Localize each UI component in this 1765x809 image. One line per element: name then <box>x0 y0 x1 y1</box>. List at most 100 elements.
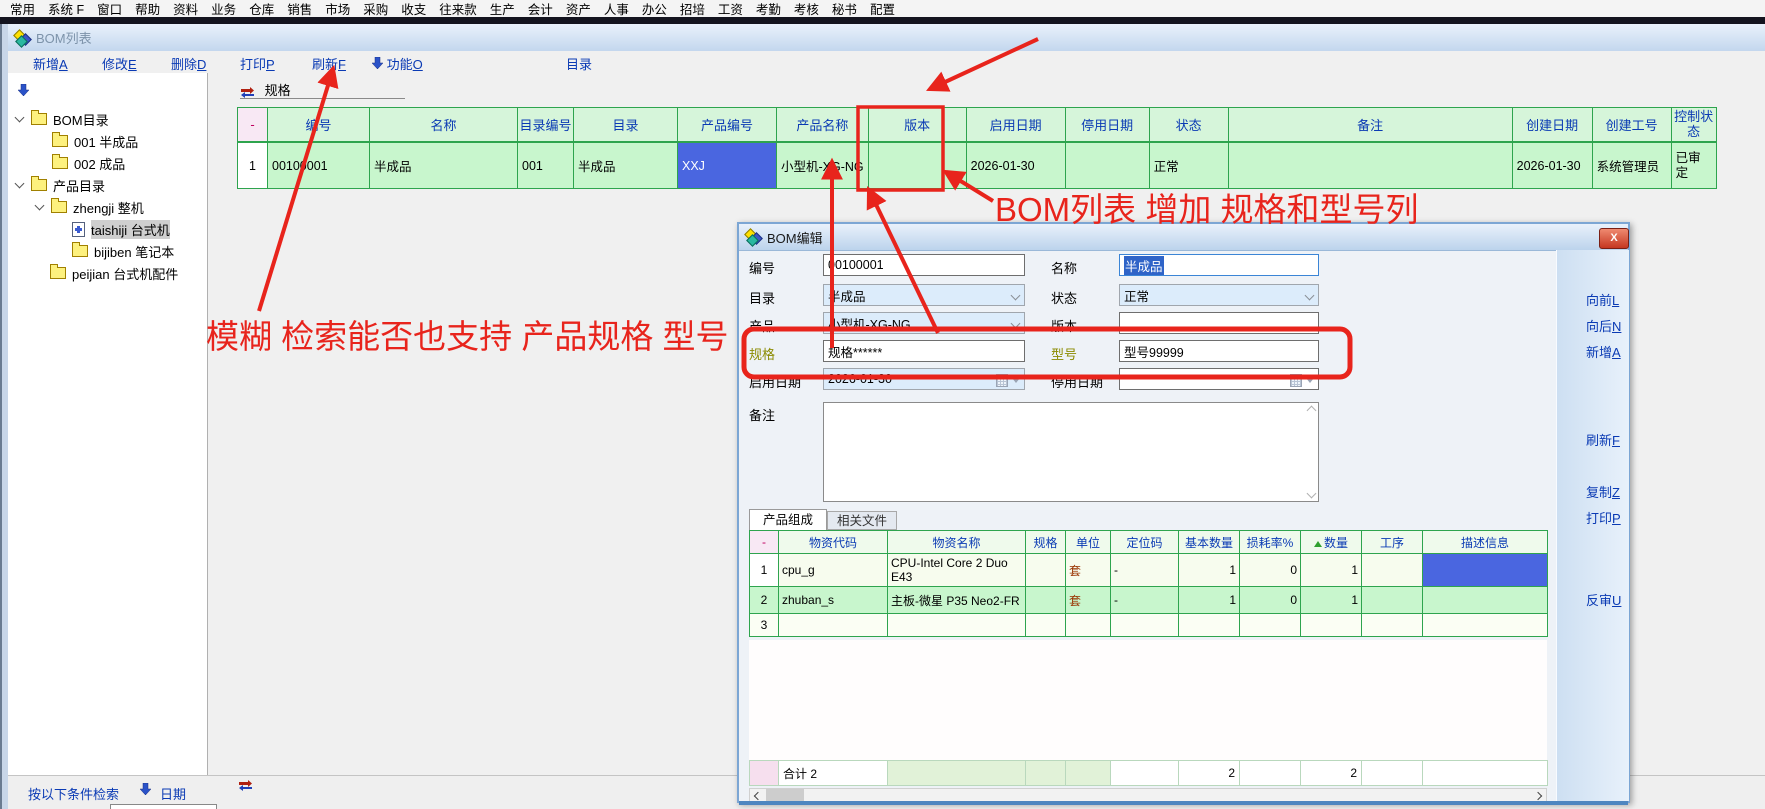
swap-columns-icon[interactable] <box>238 779 253 791</box>
add-button[interactable]: 新增A <box>1586 342 1621 361</box>
directory-combo[interactable]: 半成品 <box>823 284 1025 306</box>
cell-spec[interactable] <box>1026 554 1066 587</box>
cell-version[interactable] <box>868 142 966 189</box>
table-row[interactable]: 1 00100001 半成品 001 半成品 XXJ 小型机-XG-NG 202… <box>238 142 1717 189</box>
cell-product-code[interactable]: XXJ <box>678 142 777 189</box>
refresh-button[interactable]: 刷新F <box>312 54 346 73</box>
previous-button[interactable]: 向前L <box>1586 290 1619 309</box>
tree-node-peijian[interactable]: peijian 台式机配件 <box>50 264 178 282</box>
tab-related-files[interactable]: 相关文件 <box>827 511 897 530</box>
chevron-down-icon[interactable] <box>35 201 45 211</box>
cell-material-code[interactable]: cpu_g <box>779 554 888 587</box>
cell-index[interactable]: 1 <box>750 554 779 587</box>
cell-loss-rate[interactable]: 0 <box>1240 587 1301 614</box>
cell-dir[interactable]: 半成品 <box>574 142 678 189</box>
col-header-index[interactable]: - <box>750 531 779 554</box>
component-row[interactable]: 3 <box>750 614 1548 637</box>
component-row[interactable]: 2 zhuban_s 主板-微星 P35 Neo2-FR 套 - 1 0 1 <box>750 587 1548 614</box>
name-input[interactable]: 半成品 <box>1119 254 1319 276</box>
col-header-product-name[interactable]: 产品名称 <box>777 108 869 143</box>
search-input[interactable] <box>110 804 217 809</box>
menu-item[interactable]: 系统 F <box>48 0 84 18</box>
spec-input[interactable]: 规格****** <box>823 340 1025 362</box>
cell-base-qty[interactable]: 1 <box>1179 587 1240 614</box>
col-header-qty[interactable]: 数量 <box>1301 531 1362 554</box>
status-combo[interactable]: 正常 <box>1119 284 1319 306</box>
menu-item[interactable]: 工资 <box>718 0 743 18</box>
cell-loss-rate[interactable]: 0 <box>1240 554 1301 587</box>
col-header-location-code[interactable]: 定位码 <box>1111 531 1179 554</box>
cell-qty[interactable]: 1 <box>1301 587 1362 614</box>
down-arrow-icon[interactable] <box>140 783 151 795</box>
tab-product-composition[interactable]: 产品组成 <box>749 509 827 530</box>
edit-button[interactable]: 修改E <box>102 54 137 73</box>
cell-material-code[interactable] <box>779 614 888 637</box>
menu-item[interactable]: 招培 <box>680 0 705 18</box>
print-button[interactable]: 打印P <box>240 54 275 73</box>
col-header-material-code[interactable]: 物资代码 <box>779 531 888 554</box>
col-header-control-status[interactable]: 控制状态 <box>1671 108 1716 143</box>
filter-column-label[interactable]: 规格 <box>265 83 291 98</box>
cell-index[interactable]: 2 <box>750 587 779 614</box>
cell-process[interactable] <box>1362 614 1423 637</box>
scroll-down-icon[interactable] <box>1307 489 1317 499</box>
cell-start-date[interactable]: 2026-01-30 <box>966 142 1065 189</box>
copy-button[interactable]: 复制Z <box>1586 482 1620 501</box>
cell-base-qty[interactable]: 1 <box>1179 554 1240 587</box>
col-header-code[interactable]: 编号 <box>268 108 370 143</box>
cell-created-by[interactable]: 系统管理员 <box>1592 142 1671 189</box>
menu-item[interactable]: 配置 <box>870 0 895 18</box>
cell-index[interactable]: 3 <box>750 614 779 637</box>
cell-description[interactable] <box>1423 614 1548 637</box>
cell-name[interactable]: 半成品 <box>370 142 518 189</box>
cell-process[interactable] <box>1362 554 1423 587</box>
cell-unit[interactable] <box>1066 614 1111 637</box>
col-header-version[interactable]: 版本 <box>868 108 966 143</box>
component-row[interactable]: 1 cpu_g CPU-Intel Core 2 Duo E43 套 - 1 0… <box>750 554 1548 587</box>
cell-location[interactable] <box>1111 614 1179 637</box>
function-button[interactable]: 功能O <box>372 54 423 73</box>
cell-control-status[interactable]: 已审定 <box>1671 142 1716 189</box>
tree-node-bijiben[interactable]: bijiben 笔记本 <box>72 242 174 260</box>
cell-description[interactable] <box>1423 554 1548 587</box>
col-header-unit[interactable]: 单位 <box>1066 531 1111 554</box>
menu-item[interactable]: 仓库 <box>249 0 274 18</box>
scroll-right-icon[interactable] <box>1534 792 1542 800</box>
close-button[interactable]: X <box>1599 228 1629 249</box>
stop-date-input[interactable] <box>1119 368 1319 390</box>
tree-node-semi-finished[interactable]: 001 半成品 <box>52 132 138 150</box>
menu-item[interactable]: 考核 <box>794 0 819 18</box>
search-field-label[interactable]: 日期 <box>160 784 186 803</box>
refresh-button[interactable]: 刷新F <box>1586 430 1620 449</box>
menu-item[interactable]: 人事 <box>604 0 629 18</box>
col-header-stop-date[interactable]: 停用日期 <box>1065 108 1149 143</box>
menu-item[interactable]: 往来款 <box>439 0 477 18</box>
col-header-remark[interactable]: 备注 <box>1228 108 1512 143</box>
cell-qty[interactable] <box>1301 614 1362 637</box>
menu-item[interactable]: 业务 <box>211 0 236 18</box>
tree-collapse-icon[interactable] <box>18 84 29 96</box>
next-button[interactable]: 向后N <box>1586 316 1621 335</box>
col-header-dir-code[interactable]: 目录编号 <box>518 108 574 143</box>
chevron-down-icon[interactable] <box>15 113 25 123</box>
menu-item[interactable]: 资产 <box>566 0 591 18</box>
cell-material-name[interactable]: CPU-Intel Core 2 Duo E43 <box>888 554 1026 587</box>
col-header-spec[interactable]: 规格 <box>1026 531 1066 554</box>
scroll-left-icon[interactable] <box>754 792 762 800</box>
menu-item[interactable]: 考勤 <box>756 0 781 18</box>
menu-item[interactable]: 窗口 <box>97 0 122 18</box>
product-combo[interactable]: 小型机-XG-NG <box>823 312 1025 334</box>
menu-item[interactable]: 生产 <box>490 0 515 18</box>
col-header-created-date[interactable]: 创建日期 <box>1512 108 1592 143</box>
code-input[interactable]: 00100001 <box>823 254 1025 276</box>
col-header-index[interactable]: - <box>238 108 268 143</box>
cell-material-name[interactable] <box>888 614 1026 637</box>
menu-item[interactable]: 采购 <box>363 0 388 18</box>
tree-node-bom-directory[interactable]: BOM目录 <box>16 110 109 128</box>
cell-base-qty[interactable] <box>1179 614 1240 637</box>
menu-item[interactable]: 常用 <box>10 0 35 18</box>
cell-loss-rate[interactable] <box>1240 614 1301 637</box>
menu-item[interactable]: 资料 <box>173 0 198 18</box>
cell-location[interactable]: - <box>1111 587 1179 614</box>
cell-index[interactable]: 1 <box>238 142 268 189</box>
